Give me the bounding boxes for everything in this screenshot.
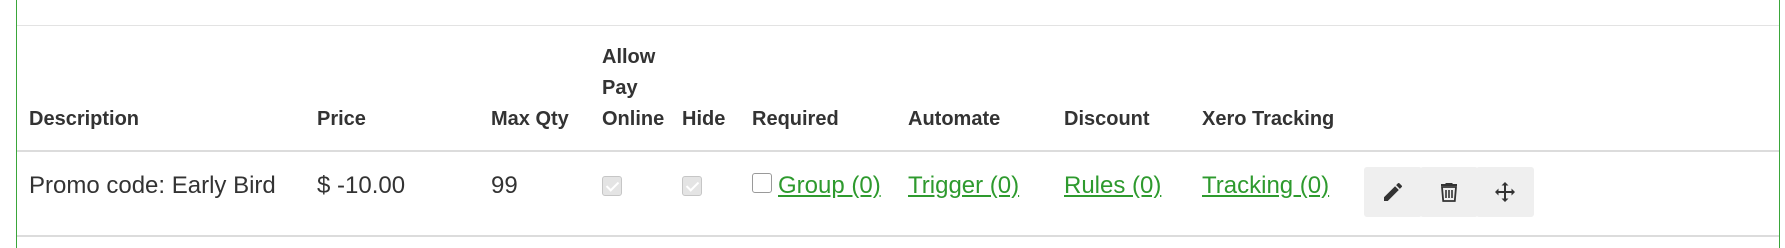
row-max-qty: 99 (491, 172, 518, 199)
column-header-price: Price (317, 108, 366, 130)
required-checkbox[interactable] (752, 173, 772, 193)
tracking-link[interactable]: Tracking (0) (1202, 171, 1329, 201)
header-line: Pay (602, 77, 638, 99)
move-button[interactable] (1476, 167, 1534, 217)
column-header-discount: Discount (1064, 108, 1150, 130)
column-header-automate: Automate (908, 108, 1001, 130)
group-link[interactable]: Group (0) (778, 171, 881, 201)
hide-checkbox[interactable] (682, 176, 702, 196)
rules-link[interactable]: Rules (0) (1064, 171, 1161, 201)
pencil-icon (1384, 182, 1403, 201)
row-price: $ -10.00 (317, 172, 406, 199)
column-header-required: Required (752, 108, 839, 130)
line-items-panel: Description Price Max Qty Allow Pay Onli… (16, 0, 1780, 248)
move-arrows-icon (1495, 182, 1515, 202)
column-header-hide: Hide (682, 108, 726, 130)
trigger-link[interactable]: Trigger (0) (908, 171, 1019, 201)
column-header-xero-tracking: Xero Tracking (1202, 108, 1335, 130)
header-divider (17, 150, 1779, 152)
edit-button[interactable] (1364, 167, 1422, 217)
row-description: Promo code: Early Bird (29, 172, 276, 199)
delete-button[interactable] (1420, 167, 1478, 217)
column-header-description: Description (29, 108, 140, 130)
header-line: Online (602, 108, 665, 130)
column-header-allow-pay-online: Allow Pay Online (602, 42, 664, 135)
row-divider (17, 235, 1779, 237)
top-divider (17, 25, 1779, 26)
header-line: Allow (602, 46, 656, 68)
trash-icon (1441, 183, 1457, 202)
column-header-max-qty: Max Qty (491, 108, 569, 130)
allow-pay-online-checkbox[interactable] (602, 176, 622, 196)
